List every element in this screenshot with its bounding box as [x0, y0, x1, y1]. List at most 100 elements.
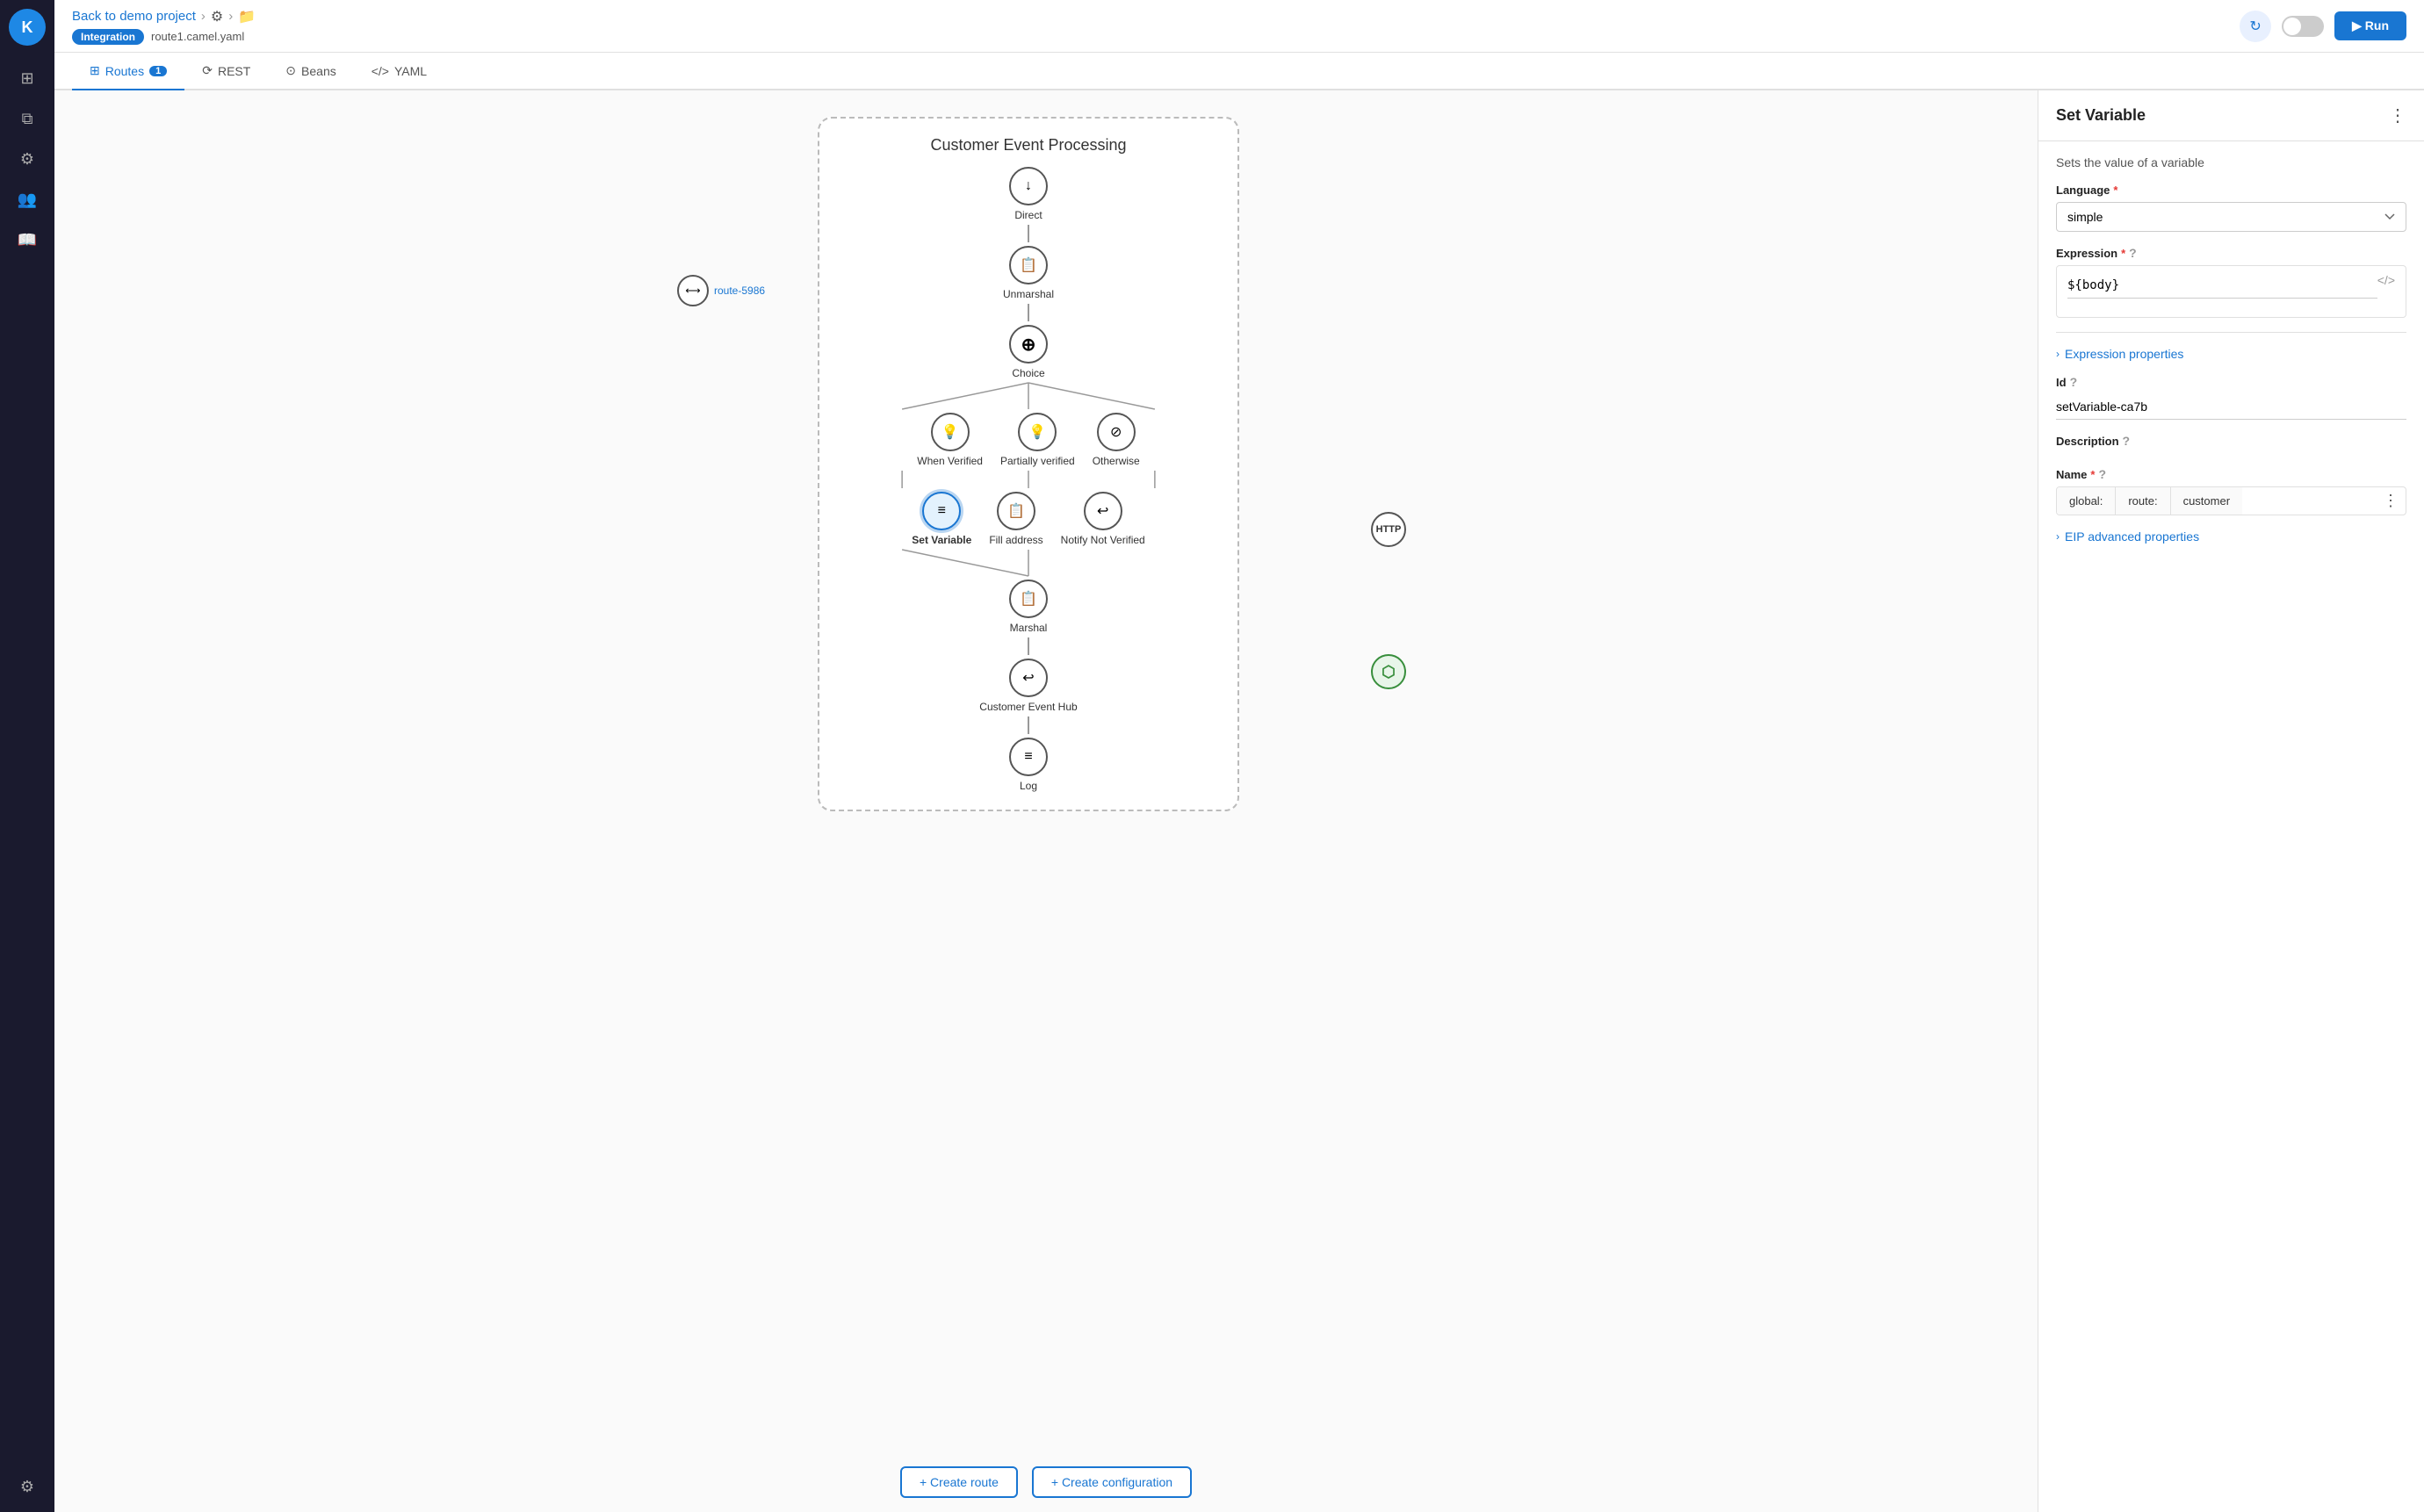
expression-field-group: Expression * ? </> [2056, 246, 2406, 318]
description-label: Description ? [2056, 434, 2406, 448]
sidebar-icon-copy[interactable]: ⧉ [11, 102, 44, 135]
name-dots-button[interactable]: ⋮ [2383, 492, 2399, 510]
breadcrumb-project[interactable]: Back to demo project [72, 9, 196, 24]
customer-event-hub-circle[interactable]: ↩ [1009, 659, 1048, 697]
toggle-switch[interactable] [2282, 16, 2324, 37]
panel-menu-button[interactable]: ⋮ [2389, 104, 2406, 126]
node-when-verified[interactable]: 💡 When Verified [917, 413, 983, 467]
choice-circle[interactable]: ⊕ [1009, 325, 1048, 364]
node-partially-verified[interactable]: 💡 Partially verified [1000, 413, 1075, 467]
when-verified-label: When Verified [917, 455, 983, 467]
breadcrumb-icon-gear[interactable]: ⚙ [211, 8, 223, 25]
name-chip-global[interactable]: global: [2057, 487, 2116, 515]
create-configuration-button[interactable]: + Create configuration [1032, 1466, 1192, 1498]
routes-icon: ⊞ [90, 63, 100, 78]
log-label: Log [1020, 780, 1037, 792]
tab-bar: ⊞ Routes 1 ⟳ REST ⊙ Beans </> YAML [54, 53, 2424, 90]
set-variable-circle[interactable]: ≡ [922, 492, 961, 530]
tab-yaml[interactable]: </> YAML [354, 53, 444, 90]
breadcrumb: Back to demo project › ⚙ › 📁 [72, 8, 256, 25]
sidebar-icon-settings[interactable]: ⚙ [11, 1470, 44, 1503]
name-help-icon[interactable]: ? [2098, 467, 2106, 481]
notify-not-verified-circle[interactable]: ↩ [1084, 492, 1122, 530]
otherwise-label: Otherwise [1093, 455, 1140, 467]
unmarshal-circle[interactable]: 📋 [1009, 246, 1048, 284]
log-circle[interactable]: ≡ [1009, 738, 1048, 776]
flow-title: Customer Event Processing [930, 136, 1126, 155]
fill-address-circle[interactable]: 📋 [997, 492, 1035, 530]
panel-body: Sets the value of a variable Language * … [2038, 141, 2424, 558]
connector-unmarshal-choice [1028, 304, 1029, 321]
node-unmarshal[interactable]: 📋 Unmarshal [1003, 246, 1054, 300]
canvas-inner: ⟷ route-5986 HTTP ⬡ Customer Event Proce… [54, 90, 2038, 1452]
sidebar-icon-book[interactable]: 📖 [11, 223, 44, 256]
breadcrumb-sep1: › [201, 9, 206, 24]
language-label: Language * [2056, 184, 2406, 197]
id-help-icon[interactable]: ? [2070, 375, 2078, 389]
expression-properties-chevron: › [2056, 348, 2060, 360]
name-field-group: Name * ? global: route: customer ⋮ [2056, 467, 2406, 515]
node-marshal[interactable]: 📋 Marshal [1009, 580, 1048, 634]
tab-routes[interactable]: ⊞ Routes 1 [72, 53, 184, 90]
tab-yaml-label: YAML [394, 64, 427, 78]
kafka-node[interactable]: ⬡ [1371, 654, 1406, 689]
code-icon[interactable]: </> [2377, 273, 2395, 287]
header-left: Back to demo project › ⚙ › 📁 Integration… [72, 8, 256, 45]
beans-icon: ⊙ [285, 63, 296, 78]
divider-1 [2056, 332, 2406, 333]
routes-badge: 1 [149, 66, 167, 76]
refresh-button[interactable]: ↻ [2240, 11, 2271, 42]
name-chip-route[interactable]: route: [2116, 487, 2170, 515]
sidebar-icon-gear[interactable]: ⚙ [11, 142, 44, 176]
tab-beans[interactable]: ⊙ Beans [268, 53, 353, 90]
node-otherwise[interactable]: ⊘ Otherwise [1093, 413, 1140, 467]
header-right: ↻ ▶ Run [2240, 11, 2406, 42]
marshal-circle[interactable]: 📋 [1009, 580, 1048, 618]
sidebar-icon-people[interactable]: 👥 [11, 183, 44, 216]
canvas: ⟷ route-5986 HTTP ⬡ Customer Event Proce… [54, 90, 2038, 1512]
notify-not-verified-label: Notify Not Verified [1061, 534, 1145, 546]
panel-title: Set Variable [2056, 106, 2146, 125]
customer-event-hub-label: Customer Event Hub [979, 701, 1077, 713]
tab-routes-label: Routes [105, 64, 144, 78]
run-button[interactable]: ▶ Run [2334, 11, 2406, 40]
panel-subtitle: Sets the value of a variable [2056, 155, 2406, 169]
expression-properties-label: Expression properties [2065, 347, 2183, 361]
language-select[interactable]: simple [2056, 202, 2406, 232]
sidebar-icon-grid[interactable]: ⊞ [11, 61, 44, 95]
node-choice[interactable]: ⊕ Choice [1009, 325, 1048, 379]
sidebar: K ⊞ ⧉ ⚙ 👥 📖 ⚙ [0, 0, 54, 1512]
eip-properties-row[interactable]: › EIP advanced properties [2056, 529, 2406, 544]
route-entry: ⟷ route-5986 [677, 275, 765, 306]
id-input[interactable] [2056, 394, 2406, 420]
direct-circle[interactable]: ↓ [1009, 167, 1048, 205]
header: Back to demo project › ⚙ › 📁 Integration… [54, 0, 2424, 53]
node-notify-not-verified[interactable]: ↩ Notify Not Verified [1061, 492, 1145, 546]
route-entry-circle[interactable]: ⟷ [677, 275, 709, 306]
node-log[interactable]: ≡ Log [1009, 738, 1048, 792]
expression-label: Expression * ? [2056, 246, 2406, 260]
http-node[interactable]: HTTP [1371, 512, 1406, 547]
node-direct[interactable]: ↓ Direct [1009, 167, 1048, 221]
name-label: Name * ? [2056, 467, 2406, 481]
expression-properties-row[interactable]: › Expression properties [2056, 347, 2406, 361]
expression-help-icon[interactable]: ? [2129, 246, 2137, 260]
marshal-label: Marshal [1010, 622, 1048, 634]
id-label: Id ? [2056, 375, 2406, 389]
header-sub: Integration route1.camel.yaml [72, 29, 256, 45]
breadcrumb-icon-folder[interactable]: 📁 [238, 8, 256, 25]
node-fill-address[interactable]: 📋 Fill address [989, 492, 1042, 546]
direct-label: Direct [1014, 209, 1042, 221]
when-verified-circle[interactable]: 💡 [931, 413, 970, 451]
tab-rest[interactable]: ⟳ REST [184, 53, 268, 90]
panel-header: Set Variable ⋮ [2038, 90, 2424, 141]
otherwise-circle[interactable]: ⊘ [1097, 413, 1136, 451]
name-chip-customer[interactable]: customer [2171, 487, 2242, 515]
expression-input[interactable] [2067, 273, 2377, 299]
create-route-button[interactable]: + Create route [900, 1466, 1018, 1498]
partially-verified-circle[interactable]: 💡 [1018, 413, 1057, 451]
description-help-icon[interactable]: ? [2123, 434, 2131, 448]
branch-row-conditions: 💡 When Verified 💡 Partially verified ⊘ O… [837, 413, 1220, 467]
node-set-variable[interactable]: ≡ Set Variable [912, 492, 971, 546]
node-customer-event-hub[interactable]: ↩ Customer Event Hub [979, 659, 1077, 713]
